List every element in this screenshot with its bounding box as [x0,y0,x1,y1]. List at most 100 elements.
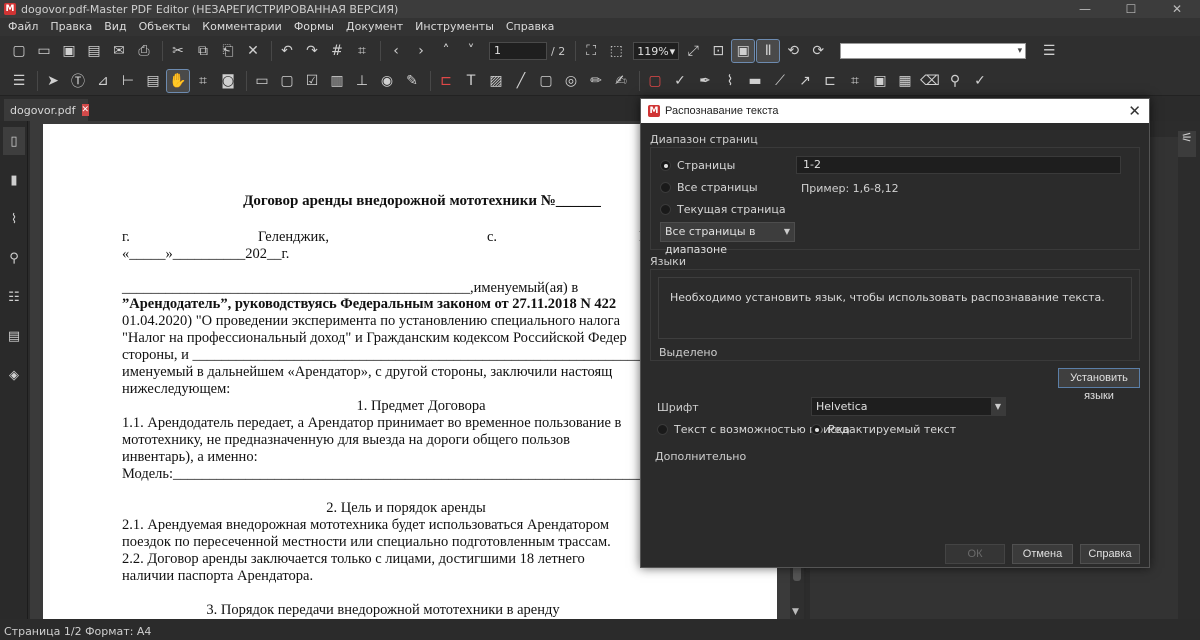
menu-view[interactable]: Вид [98,18,132,36]
line-icon[interactable]: ╱ [510,70,532,92]
range-subset-select[interactable]: Все страницы в диапазоне ▼ [660,222,795,256]
bookmarks-icon[interactable]: ▮ [3,166,25,194]
menu-forms[interactable]: Формы [288,18,340,36]
checkbox-icon[interactable]: ☑ [301,70,323,92]
previous-page-icon[interactable]: ‹ [385,40,407,62]
email-icon[interactable]: ✉ [108,40,130,62]
menu-file[interactable]: Файл [2,18,44,36]
signature-icon[interactable]: ✍ [610,70,632,92]
menu-edit[interactable]: Правка [44,18,98,36]
radio-current-page[interactable]: Текущая страница [660,203,786,216]
form-field-icon[interactable]: ▤ [142,70,164,92]
fit-visible-icon[interactable]: ⊡ [707,40,729,62]
arrow-icon[interactable]: ↗ [794,70,816,92]
radio-button-icon[interactable]: ◉ [376,70,398,92]
radio-indicator[interactable] [660,182,671,193]
help-button[interactable]: Справка [1080,544,1140,564]
snapshot-icon[interactable]: ◙ [217,70,239,92]
signature-field-icon[interactable]: ✎ [401,70,423,92]
open-folder-icon[interactable]: ▭ [33,40,55,62]
menu-comments[interactable]: Комментарии [196,18,288,36]
highlight-icon[interactable]: ▬ [744,70,766,92]
zoom-select[interactable]: 119% ▾ [633,42,680,60]
menu-tools[interactable]: Инструменты [409,18,500,36]
checkmark-icon[interactable]: ✓ [669,70,691,92]
menu-hamburger-icon[interactable]: ☰ [1038,40,1060,62]
menu-document[interactable]: Документ [340,18,409,36]
fit-width-icon[interactable]: ⤢ [682,40,704,62]
last-page-icon[interactable]: ˅ [460,40,482,62]
menu-objects[interactable]: Объекты [133,18,197,36]
next-page-icon[interactable]: › [410,40,432,62]
pen-icon[interactable]: ✒ [694,70,716,92]
replace-icon[interactable]: ▦ [894,70,916,92]
pages-panel-icon[interactable]: ▯ [3,127,25,155]
eraser-icon[interactable]: ⌫ [919,70,941,92]
fit-page-icon[interactable]: ⛶ [580,40,602,62]
close-icon[interactable]: ✕ [81,104,90,116]
attachments-icon[interactable]: ⌇ [3,205,25,233]
comment-icon[interactable]: ▢ [644,70,666,92]
actual-size-icon[interactable]: ⬚ [605,40,627,62]
listbox-icon[interactable]: ▥ [326,70,348,92]
continuous-view-icon[interactable]: Ⅱ [756,39,781,63]
crop-icon[interactable]: ⌗ [192,70,214,92]
search-icon[interactable]: ⚲ [944,70,966,92]
scroll-down-icon[interactable]: ▼ [792,607,799,617]
copy-icon[interactable]: ⧉ [192,40,214,62]
tab-dogovor[interactable]: dogovor.pdf ✕ [4,99,90,121]
font-select[interactable]: Helvetica ▼ [811,397,1006,416]
new-document-icon[interactable]: ▢ [8,40,30,62]
delete-icon[interactable]: ✕ [242,40,264,62]
structure-icon[interactable]: ☷ [3,283,25,311]
cut-icon[interactable]: ✂ [167,40,189,62]
stamp-icon[interactable]: ▣ [869,70,891,92]
save-as-icon[interactable]: ▤ [83,40,105,62]
edit-objects-icon[interactable]: ⊢ [117,70,139,92]
maximize-button[interactable]: ☐ [1108,0,1154,18]
properties-toggle-icon[interactable]: ⚟ [1178,131,1196,157]
pages-range-input[interactable]: 1-2 [796,156,1121,174]
menu-help[interactable]: Справка [500,18,560,36]
button-field-icon[interactable]: ▢ [276,70,298,92]
rotate-left-icon[interactable]: ⟲ [782,40,804,62]
area-icon[interactable]: ⌗ [844,70,866,92]
layers-icon[interactable]: ◈ [3,361,25,389]
draw-line-icon[interactable]: ⟋ [769,70,791,92]
single-page-view-icon[interactable]: ▣ [731,39,756,63]
page-number-input[interactable]: 1 [489,42,547,60]
radio-indicator[interactable] [657,424,668,435]
snap-grid-icon[interactable]: ⌗ [351,40,373,62]
select-arrow-icon[interactable]: ➤ [42,70,64,92]
radio-all-pages[interactable]: Все страницы [660,181,758,194]
hamburger-icon[interactable]: ☰ [8,70,30,92]
install-languages-button[interactable]: Установить языки [1058,368,1140,402]
measure-icon[interactable]: ⊏ [819,70,841,92]
radio-indicator[interactable] [660,160,671,171]
signatures-icon[interactable]: ▤ [3,322,25,350]
search-panel-icon[interactable]: ⚲ [3,244,25,272]
pencil-icon[interactable]: ✏ [585,70,607,92]
save-icon[interactable]: ▣ [58,40,80,62]
grid-icon[interactable]: # [326,40,348,62]
print-icon[interactable]: ⎙ [133,40,155,62]
ellipse-icon[interactable]: ◎ [560,70,582,92]
add-text-icon[interactable]: T [460,70,482,92]
combobox-icon[interactable]: ⊥ [351,70,373,92]
radio-indicator[interactable] [660,204,671,215]
first-page-icon[interactable]: ˄ [435,40,457,62]
add-image-icon[interactable]: ▨ [485,70,507,92]
hand-tool-icon[interactable]: ✋ [166,68,190,93]
radio-pages[interactable]: Страницы [660,159,735,172]
languages-list[interactable]: Необходимо установить язык, чтобы исполь… [658,277,1132,339]
close-icon[interactable]: ✕ [1128,102,1141,120]
undo-icon[interactable]: ↶ [276,40,298,62]
text-field-icon[interactable]: ▭ [251,70,273,92]
close-window-button[interactable]: ✕ [1154,0,1200,18]
link-icon[interactable]: ⊏ [435,70,457,92]
ok-button[interactable]: ОК [945,544,1005,564]
approve-icon[interactable]: ✓ [969,70,991,92]
rectangle-icon[interactable]: ▢ [535,70,557,92]
cancel-button[interactable]: Отмена [1012,544,1073,564]
radio-editable-text[interactable]: Редактируемый текст [811,423,956,436]
